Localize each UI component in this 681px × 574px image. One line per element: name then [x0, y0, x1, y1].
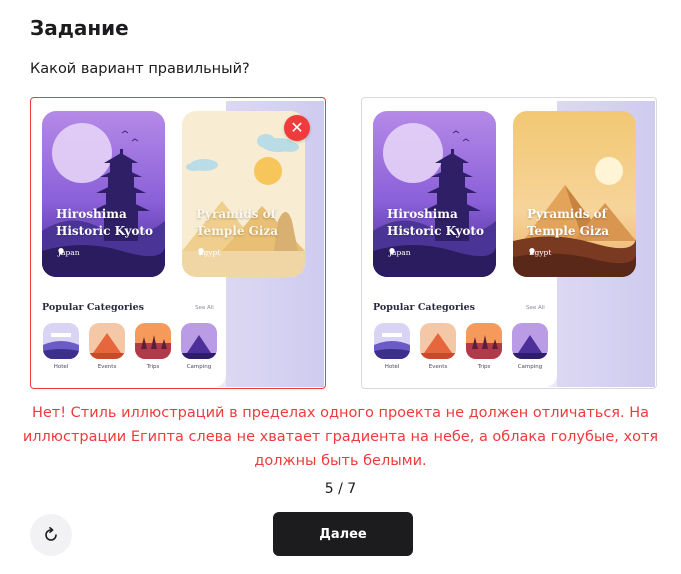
refresh-icon [45, 527, 57, 541]
card-location: Japan [389, 248, 411, 257]
card-location: Egypt [198, 248, 220, 257]
see-all-link: See All [195, 305, 214, 311]
category-events-icon [89, 323, 125, 359]
app-mockup-image: Hiroshima Historic Kyoto Japan Pyramids … [34, 101, 324, 387]
next-button[interactable]: Далее [273, 512, 413, 556]
location-pin-icon [389, 248, 395, 255]
mockup-panel: Hiroshima Historic Kyoto Japan Pyramids … [34, 101, 305, 387]
progress-counter: 5 / 7 [324, 481, 357, 497]
card-location: Japan [58, 248, 80, 257]
card-title: Pyramids of Temple Giza [527, 207, 610, 238]
card-location: Egypt [529, 248, 551, 257]
category-label: Events [428, 364, 448, 370]
location-pin-icon [529, 248, 535, 255]
app-mockup-image: Hiroshima Historic Kyoto Japan Pyramids … [365, 101, 655, 387]
section-title: Popular Categories [42, 302, 144, 313]
card-japan: Hiroshima Historic Kyoto Japan [42, 111, 165, 277]
category-hotel-icon [43, 323, 79, 359]
category-label: Trips [477, 364, 491, 370]
category-events-icon [420, 323, 456, 359]
location-pin-icon [58, 248, 64, 255]
answer-option-left[interactable]: Hiroshima Historic Kyoto Japan Pyramids … [30, 97, 326, 389]
category-label: Hotel [384, 364, 400, 370]
category-camping-icon [512, 323, 548, 359]
mockup-panel: Hiroshima Historic Kyoto Japan Pyramids … [365, 101, 636, 387]
category-label: Hotel [53, 364, 69, 370]
wrong-answer-close-icon: ✕ [284, 115, 310, 141]
refresh-button[interactable] [30, 514, 72, 556]
task-question: Какой вариант правильный? [30, 61, 250, 77]
category-trips-icon [466, 323, 502, 359]
category-camping-icon [181, 323, 217, 359]
category-hotel-icon [374, 323, 410, 359]
category-label: Events [97, 364, 117, 370]
location-pin-icon [198, 248, 204, 255]
feedback-message: Нет! Стиль иллюстраций в пределах одного… [22, 405, 659, 469]
card-egypt: Pyramids of Temple Giza Egypt [513, 111, 636, 277]
card-title: Pyramids of Temple Giza [196, 207, 279, 238]
task-heading: Задание [30, 16, 129, 40]
card-title: Hiroshima Historic Kyoto [387, 207, 484, 238]
category-trips-icon [135, 323, 171, 359]
category-label: Trips [146, 364, 160, 370]
category-label: Camping [517, 364, 543, 370]
category-label: Camping [186, 364, 212, 370]
card-title: Hiroshima Historic Kyoto [56, 207, 153, 238]
answer-option-right[interactable]: Hiroshima Historic Kyoto Japan Pyramids … [361, 97, 657, 389]
card-japan: Hiroshima Historic Kyoto Japan [373, 111, 496, 277]
section-title: Popular Categories [373, 302, 475, 313]
see-all-link: See All [526, 305, 545, 311]
